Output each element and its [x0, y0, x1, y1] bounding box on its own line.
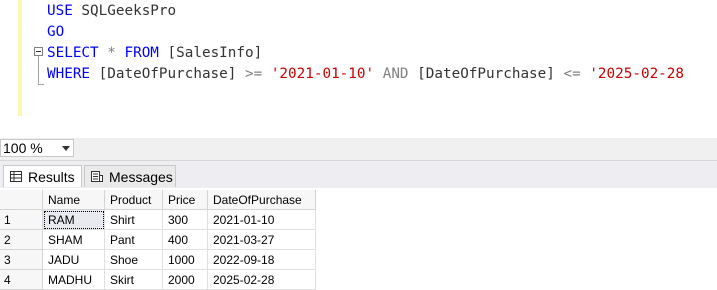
code-line-2[interactable]: GO [47, 22, 64, 43]
cell-name[interactable]: SHAM [42, 229, 105, 250]
code-token: [DateOfPurchase] [408, 66, 564, 82]
row-header-corner[interactable] [0, 190, 43, 210]
code-token: [DateOfPurchase] [90, 66, 245, 82]
tab-messages[interactable]: Messages [84, 165, 176, 187]
zoom-dropdown[interactable]: 100 % [0, 139, 74, 157]
grid-icon [10, 171, 22, 182]
tab-results[interactable]: Results [3, 165, 82, 187]
code-token: USE [47, 3, 73, 19]
code-token: [SalesInfo] [158, 45, 263, 61]
column-header-dateofpurchase[interactable]: DateOfPurchase [207, 190, 316, 210]
cell-name[interactable]: JADU [42, 249, 105, 270]
grid-header-row: Name Product Price DateOfPurchase [0, 190, 316, 210]
chevron-down-icon[interactable] [62, 146, 70, 151]
code-token: '2025-02-28 [589, 66, 684, 82]
editor-status-strip: 100 % [0, 138, 717, 160]
code-token: GO [47, 24, 65, 40]
tab-messages-label: Messages [109, 169, 173, 185]
cell-product[interactable]: Shoe [104, 249, 163, 270]
code-token: >= [244, 66, 263, 82]
row-number[interactable]: 1 [0, 209, 43, 230]
code-token: '2021-01-10' [270, 66, 375, 82]
cell-name[interactable]: RAM [42, 209, 105, 230]
row-number[interactable]: 2 [0, 229, 43, 250]
code-token: SQLGeeksPro [72, 3, 177, 19]
zoom-value: 100 % [3, 140, 43, 156]
code-token: * [107, 45, 116, 61]
cell-price[interactable]: 300 [162, 209, 208, 230]
table-row[interactable]: 2 SHAM Pant 400 2021-03-27 [0, 229, 316, 250]
cell-dateofpurchase[interactable]: 2021-03-27 [207, 229, 316, 250]
row-number[interactable]: 3 [0, 249, 43, 270]
results-grid-pane: Name Product Price DateOfPurchase 1 RAM … [0, 188, 717, 290]
code-line-3[interactable]: SELECT * FROM [SalesInfo] [47, 43, 262, 64]
collapse-region-icon[interactable] [34, 47, 43, 56]
cell-price[interactable]: 400 [162, 229, 208, 250]
column-header-name[interactable]: Name [42, 190, 105, 210]
cell-dateofpurchase[interactable]: 2021-01-10 [207, 209, 316, 230]
query-editor[interactable]: USE SQLGeeksPro GO SELECT * FROM [SalesI… [0, 0, 717, 138]
results-tab-bar: Results Messages [0, 160, 717, 188]
cell-product[interactable]: Pant [104, 229, 163, 250]
results-grid[interactable]: Name Product Price DateOfPurchase 1 RAM … [0, 190, 316, 290]
code-line-1[interactable]: USE SQLGeeksPro [47, 1, 176, 22]
table-row[interactable]: 3 JADU Shoe 1000 2022-09-18 [0, 249, 316, 270]
changed-lines-margin [18, 0, 22, 116]
column-header-product[interactable]: Product [104, 190, 163, 210]
fold-guide-line [38, 56, 39, 84]
code-token: AND [382, 66, 409, 82]
cell-product[interactable]: Shirt [104, 209, 163, 230]
code-token: FROM [124, 45, 159, 61]
table-row[interactable]: 1 RAM Shirt 300 2021-01-10 [0, 209, 316, 230]
cell-price[interactable]: 1000 [162, 249, 208, 270]
fold-guide-end [38, 84, 44, 85]
code-token: WHERE [47, 66, 91, 82]
code-token: <= [563, 66, 581, 82]
code-line-4[interactable]: WHERE [DateOfPurchase] >= '2021-01-10' A… [47, 64, 684, 85]
cell-dateofpurchase[interactable]: 2022-09-18 [207, 249, 316, 270]
column-header-price[interactable]: Price [162, 190, 208, 210]
code-token: SELECT [47, 45, 99, 61]
messages-icon [91, 171, 103, 182]
tab-results-label: Results [28, 169, 75, 185]
